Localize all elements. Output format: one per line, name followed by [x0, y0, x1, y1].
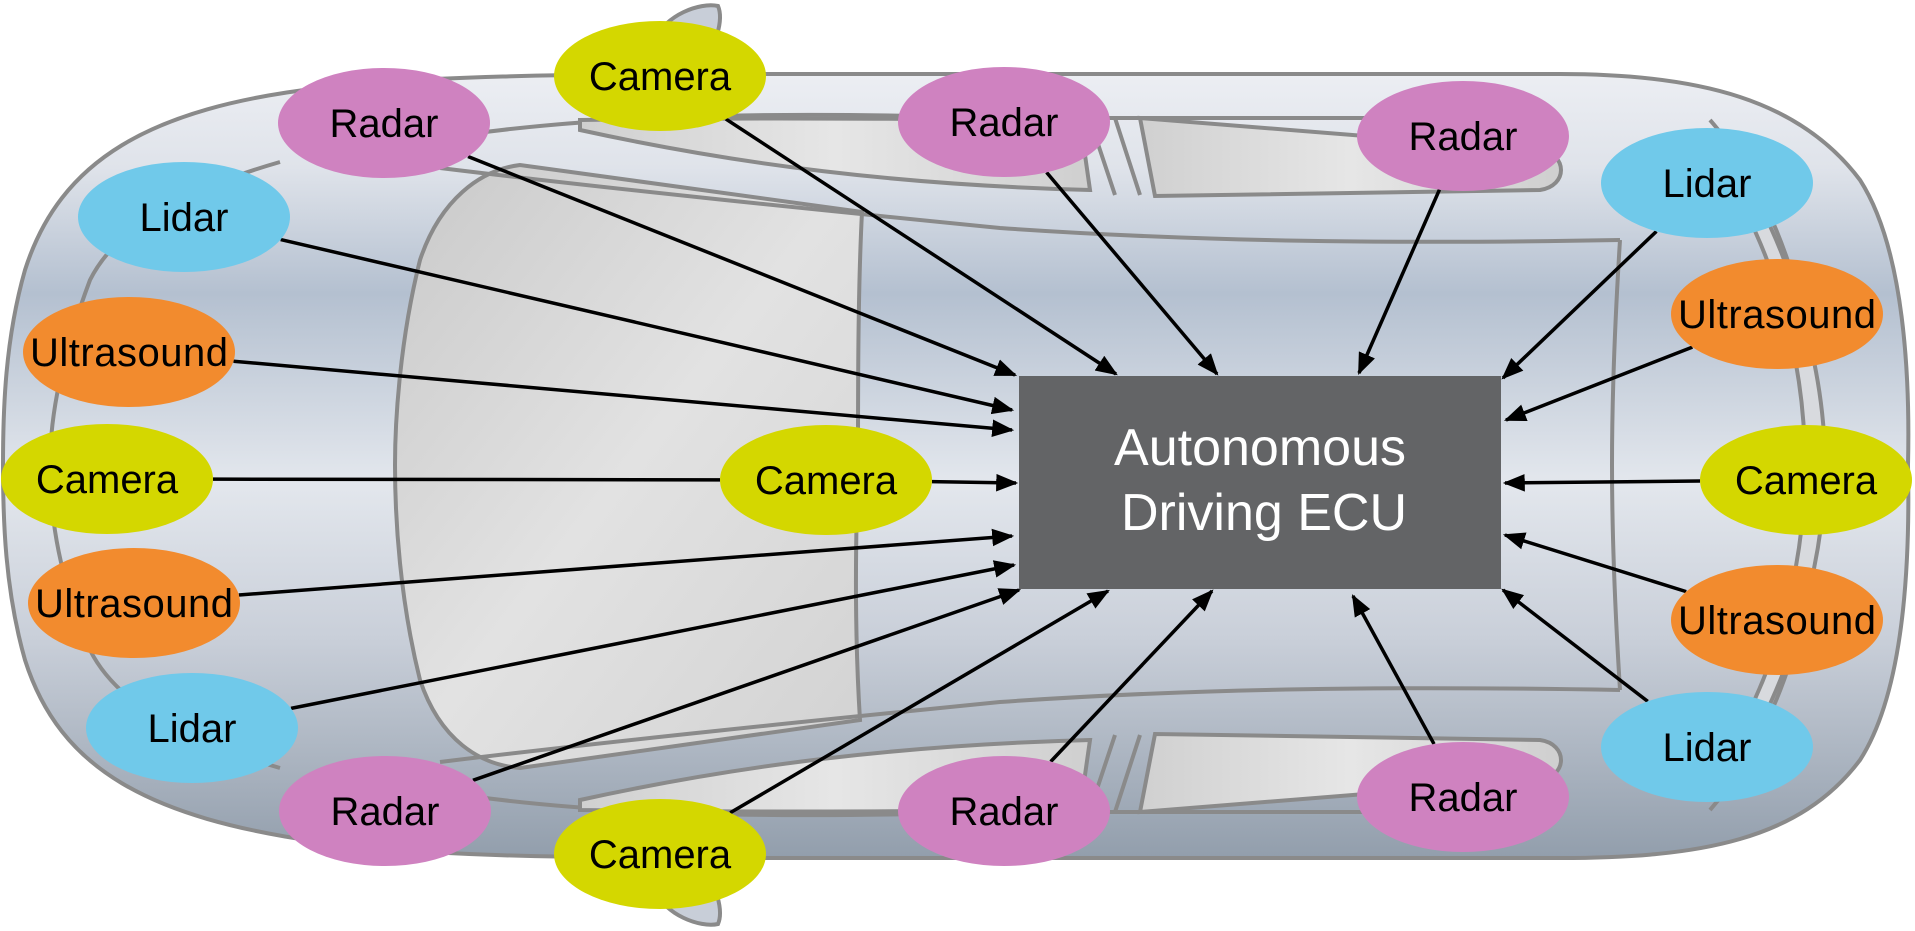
sensor-architecture-diagram: Camera Radar Radar Radar Lidar Lidar Ultrasoun… — [0, 3, 1912, 927]
ecu-label-line2: Driving ECU — [1121, 484, 1407, 542]
edge-camera-right-to-ecu — [1502, 474, 1701, 492]
sensor-label: Ultrasound — [1678, 293, 1876, 337]
sensor-label: Camera — [755, 459, 898, 503]
sensor-label: Radar — [950, 101, 1059, 145]
sensor-label: Ultrasound — [35, 582, 233, 626]
sensor-node-lidar-bottom-left[interactable]: Lidar — [86, 673, 298, 783]
sensor-label: Camera — [1735, 459, 1878, 503]
sensor-label: Lidar — [148, 707, 237, 751]
sensor-node-camera-front-top[interactable]: Camera — [554, 21, 766, 131]
sensor-node-ultrasound-right-lower[interactable]: Ultrasound — [1671, 565, 1883, 675]
ecu-rect[interactable] — [1019, 376, 1501, 589]
sensor-node-camera-left[interactable]: Camera — [1, 424, 213, 534]
sensor-node-radar-top-middle[interactable]: Radar — [898, 67, 1110, 177]
ecu-box[interactable]: Autonomous Driving ECU — [1019, 376, 1501, 589]
ecu-label-line1: Autonomous — [1114, 419, 1406, 477]
sensor-label: Lidar — [140, 196, 229, 240]
sensor-node-radar-top-left[interactable]: Radar — [278, 68, 490, 178]
sensor-label: Radar — [331, 790, 440, 834]
sensor-label: Camera — [36, 458, 179, 502]
sensor-node-radar-top-right[interactable]: Radar — [1357, 81, 1569, 191]
sensor-label: Lidar — [1663, 162, 1752, 206]
sensor-node-radar-bottom-right[interactable]: Radar — [1357, 742, 1569, 852]
sensor-node-radar-bottom-left[interactable]: Radar — [279, 756, 491, 866]
edge-camera-left-to-ecu — [212, 477, 721, 482]
edge-camera-center-to-ecu — [931, 473, 1019, 492]
sensor-node-lidar-top-right[interactable]: Lidar — [1601, 128, 1813, 238]
sensor-node-ultrasound-left-upper[interactable]: Ultrasound — [23, 297, 235, 407]
sensor-label: Radar — [1409, 115, 1518, 159]
sensor-label: Radar — [330, 102, 439, 146]
sensor-node-camera-bottom[interactable]: Camera — [554, 799, 766, 909]
sensor-node-radar-bottom-middle[interactable]: Radar — [898, 756, 1110, 866]
sensor-label: Camera — [589, 55, 732, 99]
sensor-node-ultrasound-left-lower[interactable]: Ultrasound — [28, 548, 240, 658]
sensor-label: Ultrasound — [1678, 599, 1876, 643]
sensor-label: Ultrasound — [30, 331, 228, 375]
sensor-label: Lidar — [1663, 726, 1752, 770]
sensor-node-camera-right[interactable]: Camera — [1700, 425, 1912, 535]
sensor-node-lidar-top-left[interactable]: Lidar — [78, 162, 290, 272]
sensor-node-ultrasound-right-upper[interactable]: Ultrasound — [1671, 259, 1883, 369]
sensor-node-lidar-bottom-right[interactable]: Lidar — [1601, 692, 1813, 802]
sensor-label: Camera — [589, 833, 732, 877]
sensor-label: Radar — [1409, 776, 1518, 820]
sensor-label: Radar — [950, 790, 1059, 834]
sensor-node-camera-center[interactable]: Camera — [720, 425, 932, 535]
